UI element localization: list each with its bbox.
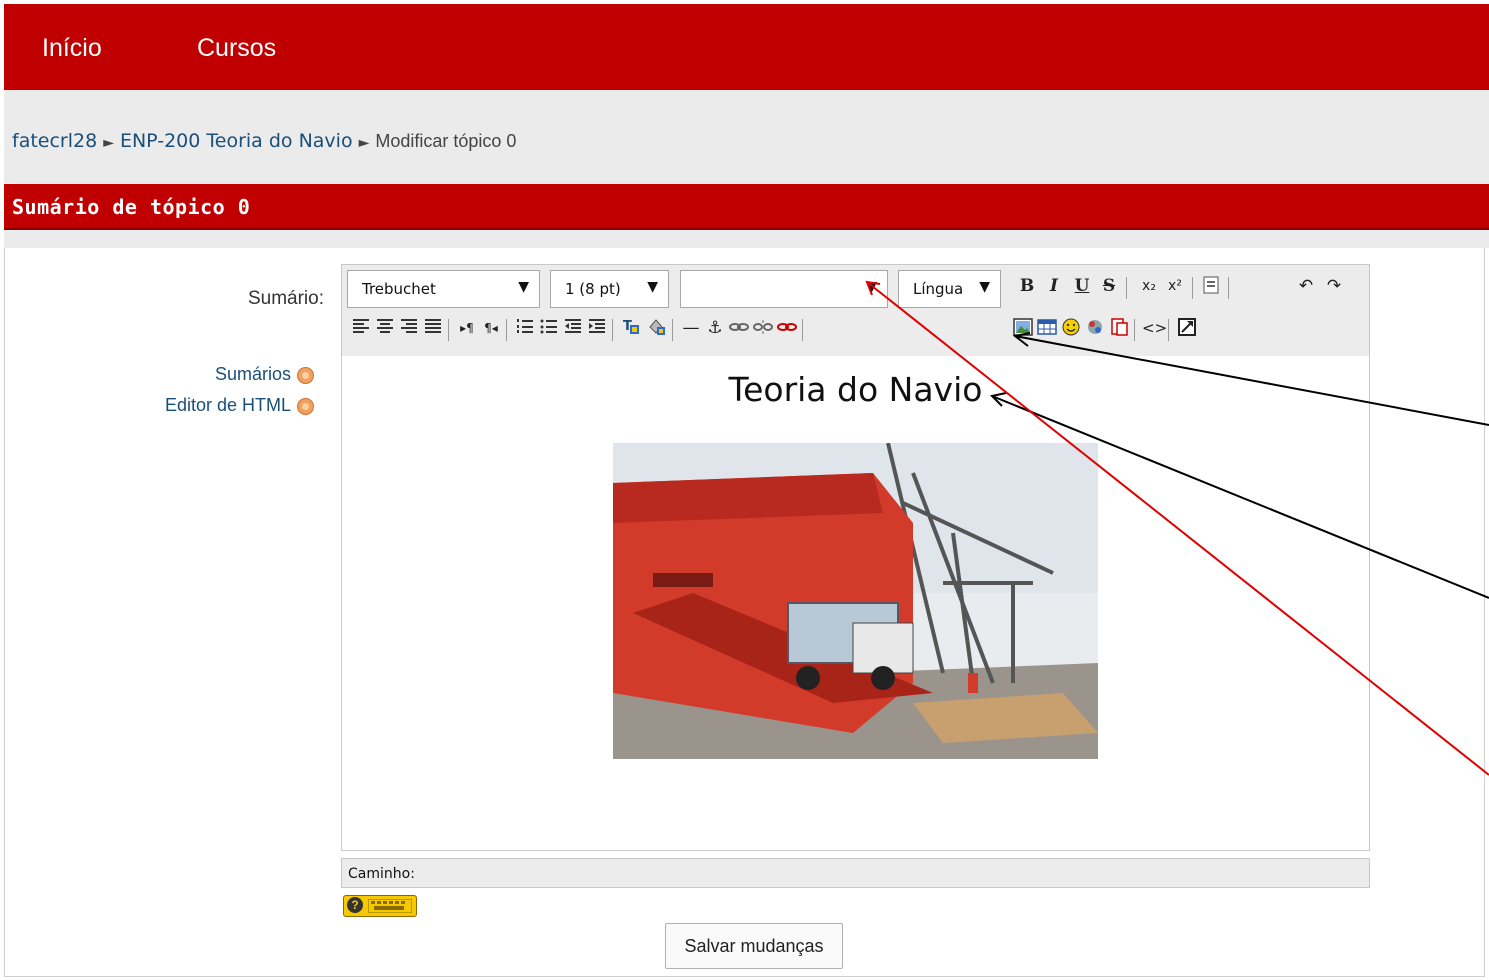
annotation-arrows — [865, 280, 1489, 776]
annotation-arrow-black — [1014, 335, 1489, 426]
annotation-arrow-black — [991, 395, 1489, 599]
annotation-arrowhead-black — [1012, 332, 1031, 347]
annotation-arrow-red — [866, 281, 1489, 776]
